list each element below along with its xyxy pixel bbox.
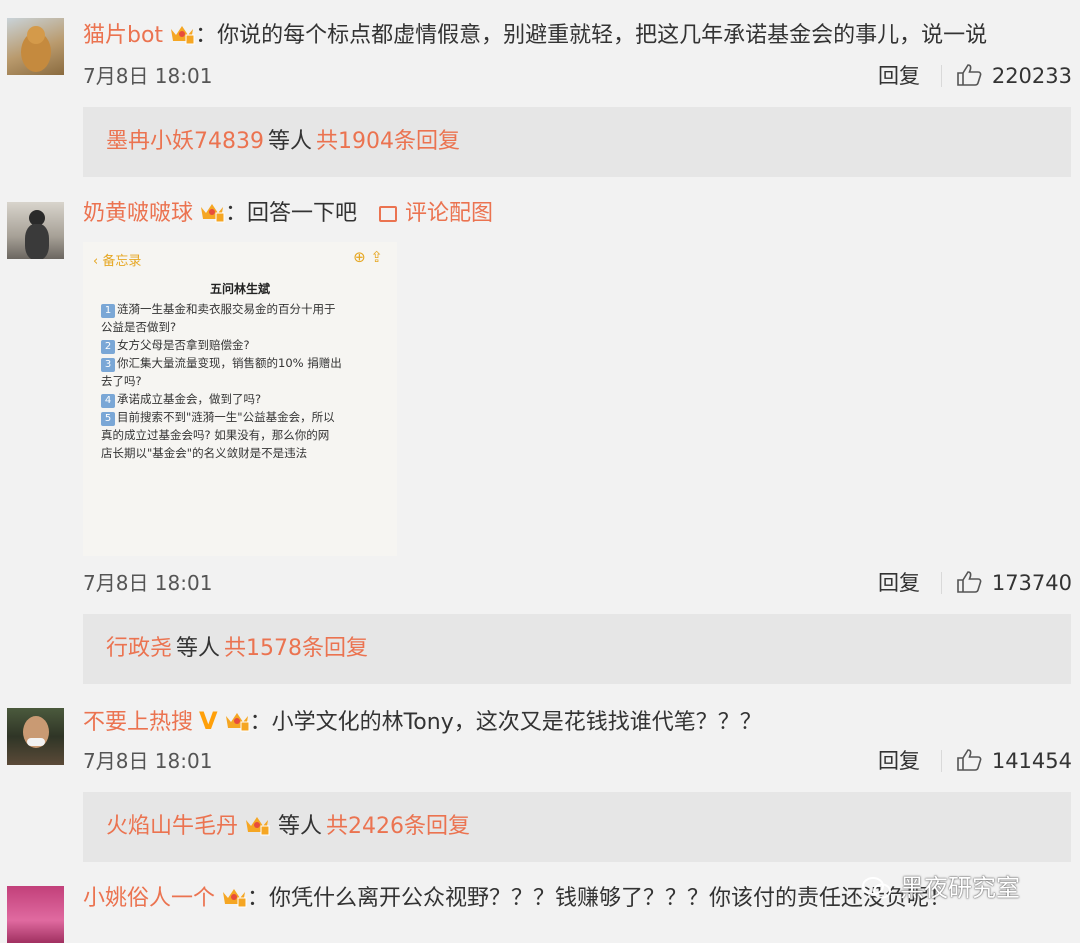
memo-line-text: 涟漪一生基金和卖衣服交易金的百分十用于 xyxy=(117,302,336,316)
reply-user-link[interactable]: 墨冉小妖74839 xyxy=(106,129,264,154)
like-count: 173740 xyxy=(991,571,1072,595)
memo-line-text: 承诺成立基金会，做到了吗? xyxy=(117,392,262,406)
vip-crown-icon xyxy=(169,23,195,45)
memo-number-badge: 2 xyxy=(101,340,115,354)
reply-user-link[interactable]: 火焰山牛毛丹 xyxy=(106,814,238,839)
memo-line-text: 真的成立过基金会吗? 如果没有，那么你的网 xyxy=(101,428,330,442)
comment-meta: 7月8日 18:01 回复 173740 xyxy=(83,568,1072,598)
memo-number-badge: 3 xyxy=(101,358,115,372)
memo-title: 五问林生斌 xyxy=(209,282,270,296)
avatar[interactable] xyxy=(7,18,64,75)
username-link[interactable]: 猫片bot xyxy=(83,23,163,48)
verified-v-icon: V xyxy=(199,707,218,735)
memo-line-text: 公益是否做到? xyxy=(101,320,177,334)
comment-date: 7月8日 18:01 xyxy=(83,571,213,595)
memo-line: 4 承诺成立基金会，做到了吗? xyxy=(101,390,386,408)
like-button[interactable]: 141454 xyxy=(956,746,1072,776)
memo-line: 公益是否做到? xyxy=(101,318,386,336)
watermark-text: 黑夜研究室 xyxy=(900,874,1020,902)
memo-back-link: ‹ 备忘录 xyxy=(93,254,142,269)
username-link[interactable]: 不要上热搜 xyxy=(83,710,193,735)
reply-button[interactable]: 回复 xyxy=(878,568,920,598)
divider xyxy=(941,65,942,87)
comment-picture-label: 评论配图 xyxy=(405,201,494,226)
comment-meta: 7月8日 18:01 回复 220233 xyxy=(83,61,1072,91)
avatar[interactable] xyxy=(7,708,64,765)
memo-line: 2 女方父母是否拿到赔偿金? xyxy=(101,336,386,354)
reply-user-link[interactable]: 行政尧 xyxy=(106,636,172,661)
comment-text: ：回答一下吧 xyxy=(225,201,358,226)
comment-date: 7月8日 18:01 xyxy=(83,749,213,773)
avatar[interactable] xyxy=(7,886,64,943)
like-button[interactable]: 220233 xyxy=(956,61,1072,91)
memo-line-text: 去了吗? xyxy=(101,374,142,388)
divider xyxy=(941,750,942,772)
comment-text: ：你说的每个标点都虚情假意，别避重就轻，把这几年承诺基金会的事儿，说一说 xyxy=(195,23,988,48)
vip-crown-icon xyxy=(199,201,225,223)
comment-picture-link[interactable]: 评论配图 xyxy=(379,201,493,226)
memo-line-text: 你汇集大量流量变现，销售额的10% 捐赠出 xyxy=(117,356,342,370)
comment-text-line: 猫片bot ：你说的每个标点都虚情假意，别避重就轻，把这几年承诺基金会的事儿，说一… xyxy=(83,21,987,51)
vip-crown-icon xyxy=(221,886,247,908)
reply-others-text: 等人 xyxy=(278,814,323,839)
memo-line: 去了吗? xyxy=(101,372,386,390)
memo-line: 1 涟漪一生基金和卖衣服交易金的百分十用于 xyxy=(101,300,386,318)
memo-number-badge: 5 xyxy=(101,412,115,426)
comment-image[interactable]: ‹ 备忘录 ⊕ ⇪ 五问林生斌 1 涟漪一生基金和卖衣服交易金的百分十用于公益是否… xyxy=(83,242,397,556)
comment-text-line: 不要上热搜 V ：小学文化的林Tony，这次又是花钱找谁代笔？？？ xyxy=(83,706,762,738)
vip-crown-icon xyxy=(244,795,270,836)
memo-line: 5 目前搜索不到"涟漪一生"公益基金会，所以 xyxy=(101,408,386,426)
comment-text: ：小学文化的林Tony，这次又是花钱找谁代笔？？？ xyxy=(249,710,762,735)
like-count: 141454 xyxy=(991,749,1072,773)
reply-button[interactable]: 回复 xyxy=(878,746,920,776)
comment-text-line: 奶黄啵啵球 ：回答一下吧 评论配图 xyxy=(83,199,493,229)
memo-line-text: 女方父母是否拿到赔偿金? xyxy=(117,338,250,352)
memo-line-text: 店长期以"基金会"的名义敛财是不是违法 xyxy=(101,446,308,460)
like-button[interactable]: 173740 xyxy=(956,568,1072,598)
memo-number-badge: 4 xyxy=(101,394,115,408)
thumbs-up-icon xyxy=(957,571,982,593)
username-link[interactable]: 奶黄啵啵球 xyxy=(83,201,193,226)
comment-meta: 7月8日 18:01 回复 141454 xyxy=(83,746,1072,776)
reply-total-link[interactable]: 共1904条回复 xyxy=(316,129,460,154)
comment-date: 7月8日 18:01 xyxy=(83,64,213,88)
like-count: 220233 xyxy=(991,64,1072,88)
reply-summary-box[interactable]: 火焰山牛毛丹 等人 共2426条回复 xyxy=(83,792,1071,862)
reply-total-link[interactable]: 共2426条回复 xyxy=(326,814,470,839)
reply-summary-box[interactable]: 墨冉小妖74839 等人 共1904条回复 xyxy=(83,107,1071,177)
watermark: 黑夜研究室 xyxy=(862,868,1020,903)
reply-others-text: 等人 xyxy=(176,636,221,661)
memo-line-text: 目前搜索不到"涟漪一生"公益基金会，所以 xyxy=(117,410,335,424)
memo-line: 店长期以"基金会"的名义敛财是不是违法 xyxy=(101,444,386,462)
comment-text-line: 小姚俗人一个 ：你凭什么离开公众视野？？？钱赚够了？？？你该付的责任还没负呢！ xyxy=(83,884,951,914)
avatar[interactable] xyxy=(7,202,64,259)
divider xyxy=(941,572,942,594)
image-icon xyxy=(379,206,398,222)
memo-line: 真的成立过基金会吗? 如果没有，那么你的网 xyxy=(101,426,386,444)
memo-share-icon: ⊕ ⇪ xyxy=(353,248,383,266)
reply-summary-box[interactable]: 行政尧 等人 共1578条回复 xyxy=(83,614,1071,684)
memo-number-badge: 1 xyxy=(101,304,115,318)
reply-total-link[interactable]: 共1578条回复 xyxy=(224,636,368,661)
comment-text: ：你凭什么离开公众视野？？？钱赚够了？？？你该付的责任还没负呢！ xyxy=(247,886,952,911)
vip-crown-icon xyxy=(224,710,250,732)
reply-others-text: 等人 xyxy=(268,129,313,154)
username-link[interactable]: 小姚俗人一个 xyxy=(83,886,215,911)
wechat-icon xyxy=(862,877,891,899)
reply-button[interactable]: 回复 xyxy=(878,61,920,91)
memo-line: 3 你汇集大量流量变现，销售额的10% 捐赠出 xyxy=(101,354,386,372)
thumbs-up-icon xyxy=(957,749,982,771)
thumbs-up-icon xyxy=(957,64,982,86)
